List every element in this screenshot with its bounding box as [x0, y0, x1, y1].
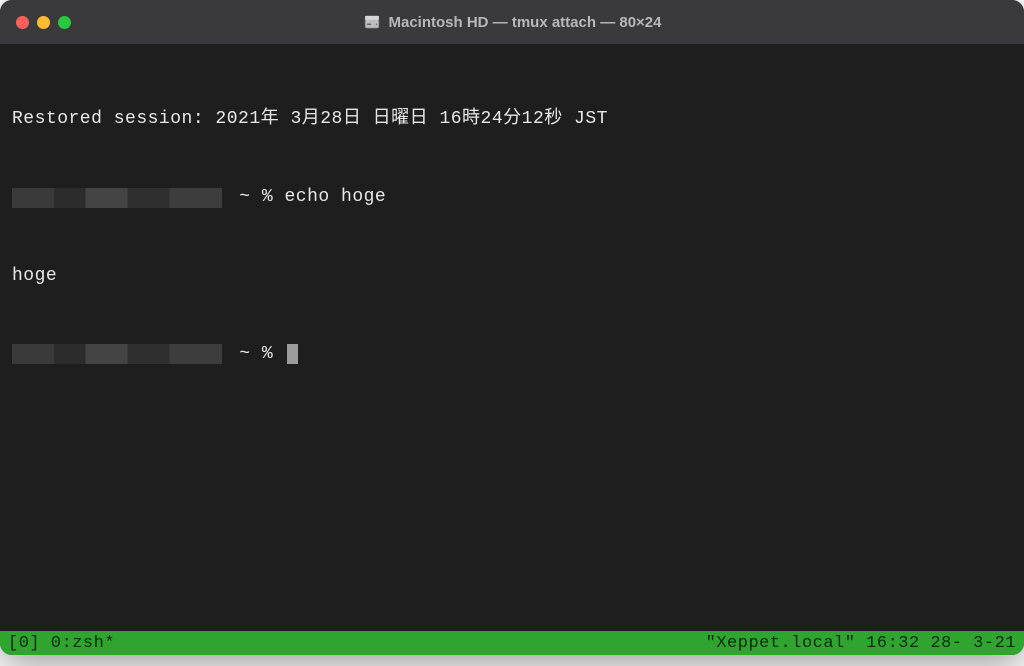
disk-icon: [363, 13, 381, 31]
output-line-1: hoge: [12, 263, 1012, 289]
redacted-hostname-1: [12, 188, 222, 208]
output-1-text: hoge: [12, 263, 57, 289]
restored-session-text: Restored session: 2021年 3月28日 日曜日 16時24分…: [12, 106, 608, 132]
prompt-2-text: ~ %: [228, 341, 285, 367]
status-right: "Xeppet.local" 16:32 28- 3-21: [706, 634, 1016, 653]
window-title-group: Macintosh HD — tmux attach — 80×24: [363, 13, 662, 31]
close-icon[interactable]: [16, 16, 29, 29]
prompt-line-1: ~ % echo hoge: [12, 184, 1012, 210]
window-title: Macintosh HD — tmux attach — 80×24: [389, 14, 662, 31]
status-left: [0] 0:zsh*: [8, 634, 115, 653]
redacted-hostname-2: [12, 344, 222, 364]
prompt-1-text: ~ % echo hoge: [228, 184, 386, 210]
maximize-icon[interactable]: [58, 16, 71, 29]
tmux-status-bar: [0] 0:zsh* "Xeppet.local" 16:32 28- 3-21: [0, 631, 1024, 655]
cursor-icon: [287, 344, 298, 364]
terminal-window: Macintosh HD — tmux attach — 80×24 Resto…: [0, 0, 1024, 655]
titlebar: Macintosh HD — tmux attach — 80×24: [0, 0, 1024, 44]
traffic-lights: [16, 16, 71, 29]
prompt-line-2: ~ %: [12, 341, 1012, 367]
terminal-body[interactable]: Restored session: 2021年 3月28日 日曜日 16時24分…: [0, 44, 1024, 631]
minimize-icon[interactable]: [37, 16, 50, 29]
restored-session-line: Restored session: 2021年 3月28日 日曜日 16時24分…: [12, 106, 1012, 132]
